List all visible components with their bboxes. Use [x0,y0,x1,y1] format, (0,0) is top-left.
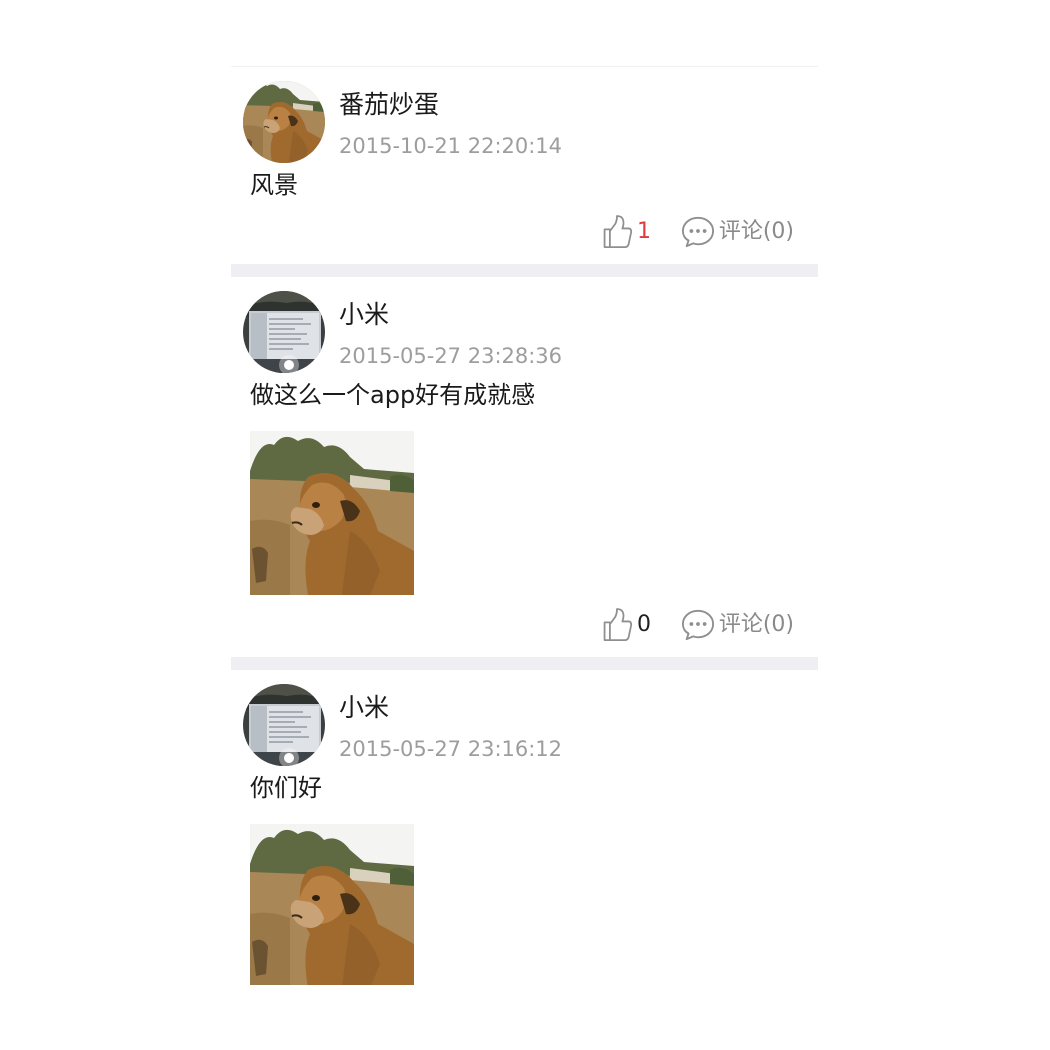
post-feed: 番茄炒蛋 2015-10-21 22:20:14 风景 1 评论(0) 小米 2… [231,67,818,985]
camel-photo [250,824,414,985]
post-timestamp: 2015-05-27 23:16:12 [339,737,563,761]
post-header: 小米 2015-05-27 23:28:36 [231,277,818,373]
post-text: 风景 [250,171,298,199]
post-header: 小米 2015-05-27 23:16:12 [231,670,818,766]
like-button[interactable]: 0 [601,605,651,645]
camel-photo [250,431,414,595]
avatar[interactable] [243,684,325,766]
username[interactable]: 小米 [339,299,389,331]
monitor-avatar-image [243,291,325,373]
comment-label: 评论(0) [718,219,794,244]
username[interactable]: 番茄炒蛋 [339,89,439,121]
chat-bubble-icon [681,215,715,249]
post-text: 做这么一个app好有成就感 [250,381,536,409]
avatar[interactable] [243,291,325,373]
post-card[interactable]: 小米 2015-05-27 23:16:12 你们好 [231,670,818,985]
comment-button[interactable]: 评论(0) [681,605,794,645]
username[interactable]: 小米 [339,692,389,724]
like-button[interactable]: 1 [601,212,651,252]
post-card[interactable]: 番茄炒蛋 2015-10-21 22:20:14 风景 1 评论(0) [231,67,818,264]
post-image[interactable] [250,824,414,985]
post-image[interactable] [250,431,414,595]
post-actions: 1 评论(0) [231,202,818,264]
monitor-avatar-image [243,684,325,766]
post-separator [231,264,818,277]
like-count: 0 [637,612,651,637]
avatar[interactable] [243,81,325,163]
like-count: 1 [637,219,651,244]
thumbs-up-icon [601,214,633,250]
comment-button[interactable]: 评论(0) [681,212,794,252]
post-actions: 0 评论(0) [231,595,818,657]
post-text: 你们好 [250,774,322,802]
moments-feed-screen: 番茄炒蛋 2015-10-21 22:20:14 风景 1 评论(0) 小米 2… [231,66,818,985]
post-card[interactable]: 小米 2015-05-27 23:28:36 做这么一个app好有成就感 0 评… [231,277,818,657]
chat-bubble-icon [681,608,715,642]
post-separator [231,657,818,670]
post-timestamp: 2015-05-27 23:28:36 [339,344,563,368]
thumbs-up-icon [601,607,633,643]
camel-avatar-image [243,81,325,163]
post-timestamp: 2015-10-21 22:20:14 [339,134,563,158]
comment-label: 评论(0) [718,612,794,637]
post-header: 番茄炒蛋 2015-10-21 22:20:14 [231,67,818,163]
